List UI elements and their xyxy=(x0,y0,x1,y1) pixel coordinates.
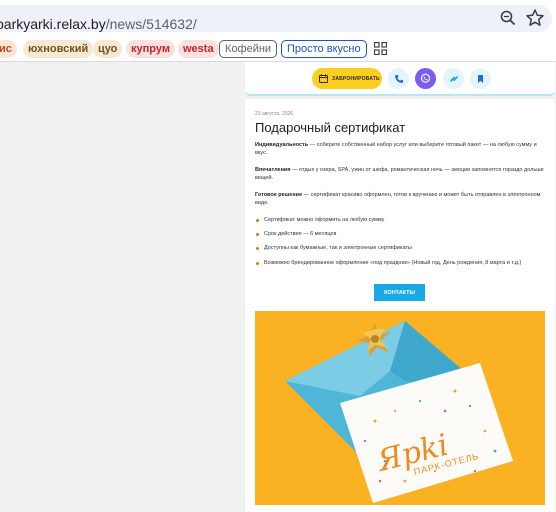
article-paragraph: Индивидуальность — соберите собственный … xyxy=(255,141,547,157)
star-icon[interactable] xyxy=(525,8,545,28)
viber-button[interactable] xyxy=(415,68,436,89)
apps-icon[interactable] xyxy=(374,42,387,55)
sticky-contact-bar: ЗАБРОНИРОВАТЬ xyxy=(245,62,555,96)
article-title: Подарочный сертификат xyxy=(255,120,406,135)
bookmark-item[interactable]: купрум xyxy=(126,40,175,58)
article-paragraph: Впечатления — отдых у озера, SPA, ужин о… xyxy=(255,166,547,182)
zoom-icon[interactable] xyxy=(499,9,517,27)
gift-certificate-photo: Ярki ПАРК-ОТЕЛЬ xyxy=(255,311,545,505)
list-item: Возможно брендированное оформление «под … xyxy=(255,259,547,267)
article-card: 23 августа, 2026 Подарочный сертификат И… xyxy=(245,99,555,512)
paragraph-lead: Индивидуальность xyxy=(255,142,309,148)
bookmark-item[interactable]: Кофейни xyxy=(219,40,278,58)
paragraph-lead: Впечатления xyxy=(255,167,291,173)
book-button[interactable]: ЗАБРОНИРОВАТЬ xyxy=(312,68,382,89)
url-host: parkyarki.relax.by xyxy=(0,16,106,32)
bookmarks-bar: ис юхновский цуо купрум westa Кофейни Пр… xyxy=(0,36,556,62)
list-item: Доступны как бумажные, так и электронные… xyxy=(255,244,547,252)
article-paragraph: Готовое решение — сертификат красиво офо… xyxy=(255,191,547,207)
viber-icon xyxy=(420,73,431,83)
article-date: 23 августа, 2026 xyxy=(255,111,294,117)
instagram-icon xyxy=(449,75,458,82)
bookmark-button[interactable] xyxy=(470,68,491,89)
phone-icon xyxy=(394,74,403,83)
paragraph-lead: Готовое решение xyxy=(255,192,303,198)
paragraph-text: — отдых у озера, SPA, ужин от шефа, рома… xyxy=(255,167,544,181)
bookmark-item[interactable]: Просто вкусно xyxy=(281,40,367,58)
url-text[interactable]: parkyarki.relax.by/news/514632/ xyxy=(0,16,197,32)
calendar-icon xyxy=(319,74,328,83)
bookmark-icon xyxy=(478,74,483,83)
book-button-label: ЗАБРОНИРОВАТЬ xyxy=(332,75,380,82)
list-item: Срок действия — 6 месяцев xyxy=(255,230,547,238)
url-path: /news/514632/ xyxy=(105,16,197,32)
url-bar[interactable]: parkyarki.relax.by/news/514632/ xyxy=(0,5,552,32)
envelope-card-illustration: Ярki ПАРК-ОТЕЛЬ xyxy=(255,311,545,505)
contacts-button[interactable]: КОНТАКТЫ xyxy=(374,284,425,301)
address-bar-area: parkyarki.relax.by/news/514632/ xyxy=(0,0,556,36)
phone-button[interactable] xyxy=(388,68,409,89)
bookmark-item[interactable]: цуо xyxy=(93,40,123,58)
list-item: Сертификат можно оформить на любую сумму xyxy=(255,216,547,224)
bookmark-item[interactable]: ис xyxy=(0,40,17,58)
bookmark-item[interactable]: westa xyxy=(178,40,219,58)
instagram-button[interactable] xyxy=(443,68,464,89)
bookmark-item[interactable]: юхновский xyxy=(23,40,94,58)
